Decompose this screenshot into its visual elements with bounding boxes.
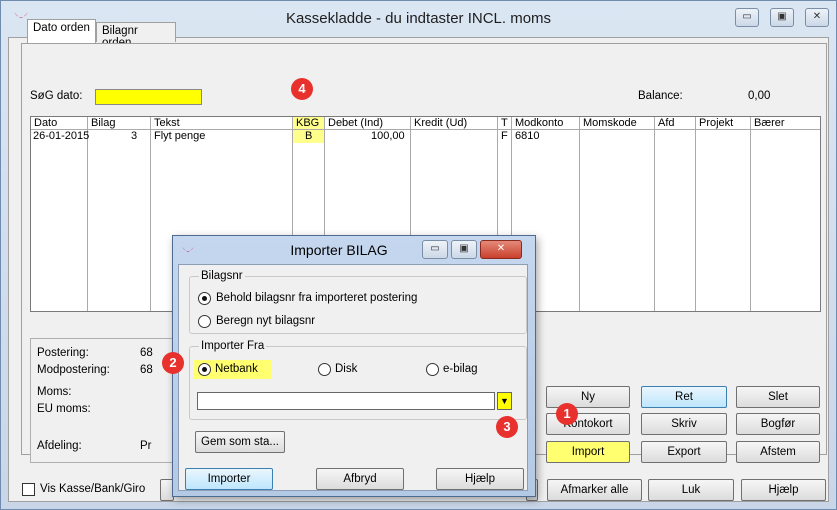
netbank-label[interactable]: Netbank xyxy=(215,363,258,375)
afbryd-button[interactable]: Afbryd xyxy=(316,468,404,490)
col-header-dato[interactable]: Dato xyxy=(31,117,88,130)
modpostering-value: 68 xyxy=(140,364,153,376)
cell-kbg[interactable]: B xyxy=(305,130,312,143)
ebilag-label[interactable]: e-bilag xyxy=(443,363,478,375)
import-button[interactable]: Import xyxy=(546,441,630,463)
hjaelp-button[interactable]: Hjælp xyxy=(741,479,826,501)
eu-moms-label: EU moms: xyxy=(37,403,91,415)
dialog-minimize-button[interactable]: ▭ xyxy=(422,240,448,259)
bilagsnr-legend: Bilagsnr xyxy=(199,270,245,282)
maximize-button[interactable]: ▣ xyxy=(770,8,794,27)
col-header-tekst[interactable]: Tekst xyxy=(151,117,293,130)
afstem-button[interactable]: Afstem xyxy=(736,441,820,463)
bogfor-button[interactable]: Bogfør xyxy=(736,413,820,435)
tab-bilagnr-orden[interactable]: Bilagnr orden xyxy=(96,22,176,49)
col-header-momskode[interactable]: Momskode xyxy=(580,117,655,130)
vis-kasse-label: Vis Kasse/Bank/Giro xyxy=(40,483,146,495)
col-header-kredit[interactable]: Kredit (Ud) xyxy=(411,117,498,130)
annotation-badge-1: 1 xyxy=(556,403,578,425)
close-button[interactable]: ✕ xyxy=(805,8,829,27)
dropdown-arrow-icon[interactable]: ▼ xyxy=(497,392,512,410)
cell-modkonto[interactable]: 6810 xyxy=(515,130,539,143)
col-header-t[interactable]: T xyxy=(498,117,512,130)
beregn-label[interactable]: Beregn nyt bilagsnr xyxy=(216,315,315,327)
gem-som-button[interactable]: Gem som sta... xyxy=(195,431,285,453)
col-header-debet[interactable]: Debet (Ind) xyxy=(325,117,411,130)
behold-radio[interactable] xyxy=(198,292,211,305)
postering-value: 68 xyxy=(140,347,153,359)
tab-dato-orden[interactable]: Dato orden xyxy=(27,19,96,43)
col-divider xyxy=(654,130,655,311)
cell-dato[interactable]: 26-01-2015 xyxy=(33,130,89,143)
col-header-projekt[interactable]: Projekt xyxy=(696,117,751,130)
annotation-badge-4: 4 xyxy=(291,78,313,100)
beregn-radio[interactable] xyxy=(198,315,211,328)
ny-button[interactable]: Ny xyxy=(546,386,630,408)
col-divider xyxy=(150,130,151,311)
import-path-input[interactable] xyxy=(197,392,495,410)
behold-label[interactable]: Behold bilagsnr fra importeret postering xyxy=(216,292,417,304)
export-button[interactable]: Export xyxy=(641,441,727,463)
vis-kasse-checkbox[interactable] xyxy=(22,483,35,496)
disk-radio[interactable] xyxy=(318,363,331,376)
col-header-kbg[interactable]: KBG xyxy=(293,117,325,130)
luk-button[interactable]: Luk xyxy=(648,479,734,501)
dialog-maximize-button[interactable]: ▣ xyxy=(451,240,477,259)
dialog-hjaelp-button[interactable]: Hjælp xyxy=(436,468,524,490)
afdeling-label: Afdeling: xyxy=(37,440,82,452)
afdeling-value: Pr xyxy=(140,440,152,452)
netbank-radio[interactable] xyxy=(198,363,211,376)
ret-button[interactable]: Ret xyxy=(641,386,727,408)
afmarker-alle-button[interactable]: Afmarker alle xyxy=(547,479,642,501)
cell-t[interactable]: F xyxy=(501,130,508,143)
balance-label: Balance: xyxy=(638,90,683,102)
col-header-baerer[interactable]: Bærer xyxy=(751,117,820,130)
col-divider xyxy=(87,130,88,311)
search-date-label: SøG dato: xyxy=(30,90,83,102)
ebilag-radio[interactable] xyxy=(426,363,439,376)
modpostering-label: Modpostering: xyxy=(37,364,110,376)
cell-debet[interactable]: 100,00 xyxy=(371,130,405,143)
slet-button[interactable]: Slet xyxy=(736,386,820,408)
col-header-afd[interactable]: Afd xyxy=(655,117,696,130)
annotation-badge-3: 3 xyxy=(496,416,518,438)
balance-value: 0,00 xyxy=(748,90,771,102)
col-header-modkonto[interactable]: Modkonto xyxy=(512,117,580,130)
search-date-input[interactable] xyxy=(95,89,202,105)
disk-label[interactable]: Disk xyxy=(335,363,357,375)
dialog-close-button[interactable]: ✕ xyxy=(480,240,522,259)
skriv-button[interactable]: Skriv xyxy=(641,413,727,435)
importer-button[interactable]: Importer xyxy=(185,468,273,490)
postering-label: Postering: xyxy=(37,347,89,359)
cell-tekst[interactable]: Flyt penge xyxy=(154,130,205,143)
col-divider xyxy=(750,130,751,311)
col-divider xyxy=(695,130,696,311)
moms-label: Moms: xyxy=(37,386,72,398)
annotation-badge-2: 2 xyxy=(162,352,184,374)
minimize-button[interactable]: ▭ xyxy=(735,8,759,27)
col-header-bilag[interactable]: Bilag xyxy=(88,117,151,130)
cell-bilag[interactable]: 3 xyxy=(131,130,137,143)
importer-fra-legend: Importer Fra xyxy=(199,340,267,352)
col-divider xyxy=(579,130,580,311)
